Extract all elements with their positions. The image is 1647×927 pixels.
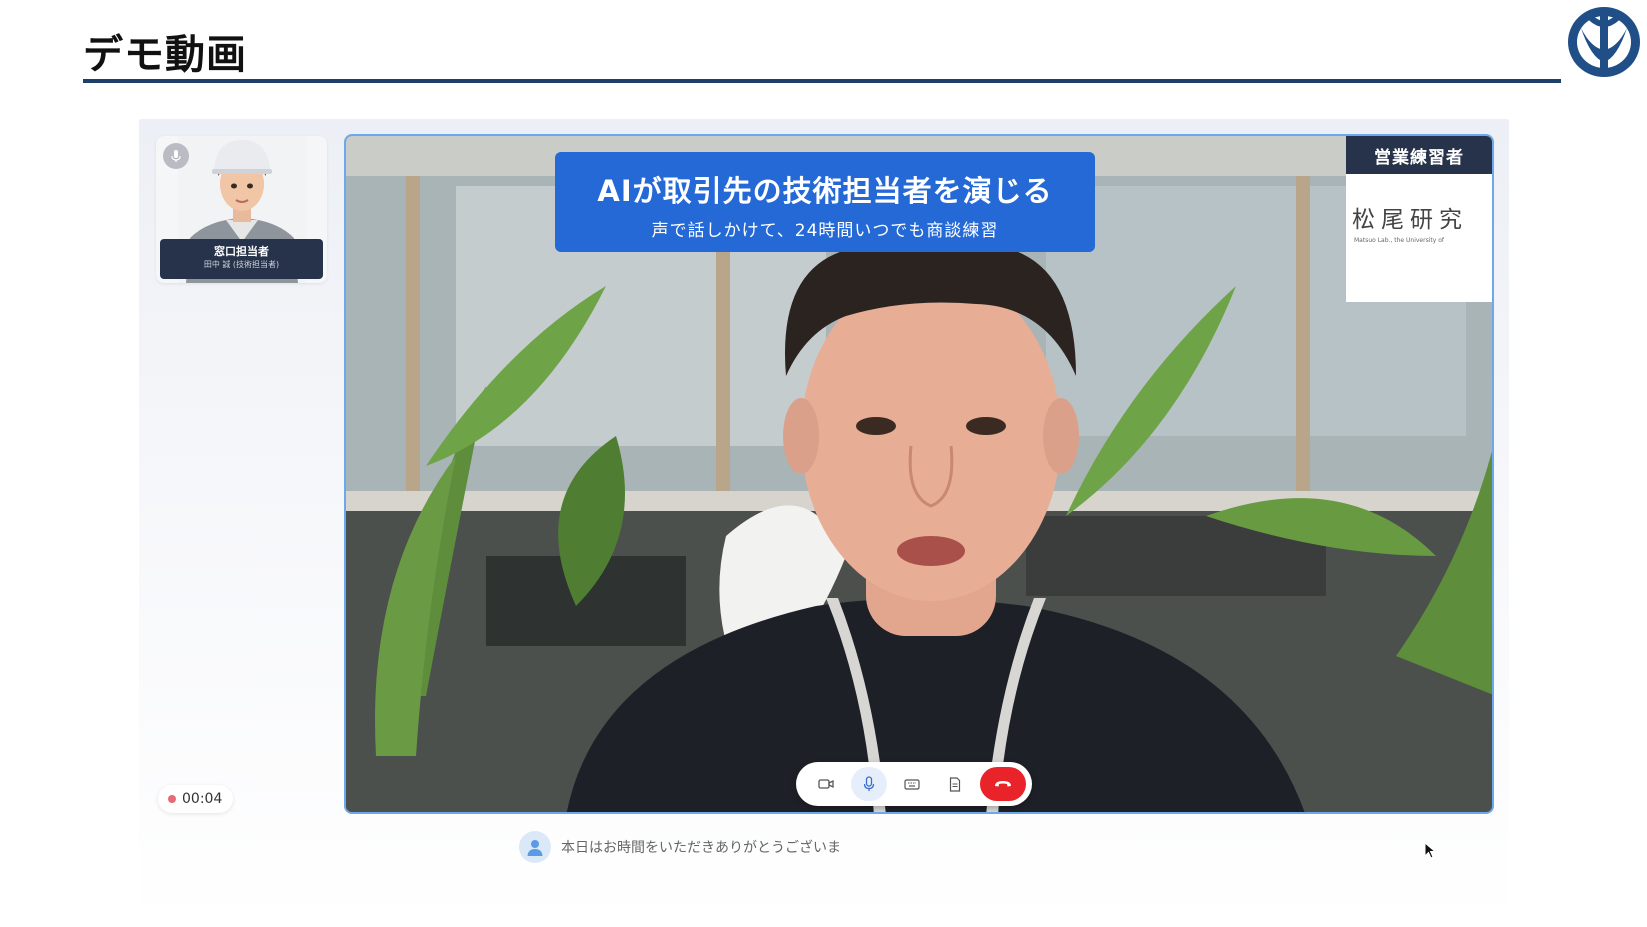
- call-timer: 00:04: [158, 785, 233, 813]
- slide: デモ動画 窓口担当者 田中 誠 (技術担当者) 00:04 AIが取引先の技術担…: [0, 0, 1647, 927]
- title-divider: [83, 79, 1561, 83]
- timer-text: 00:04: [182, 791, 223, 807]
- agent-nameplate: 窓口担当者 田中 誠 (技術担当者): [160, 239, 323, 279]
- mouse-cursor-icon: [1424, 842, 1437, 859]
- caption-subtitle: 声で話しかけて、24時間いつでも商談練習: [651, 221, 999, 241]
- main-video-feed: AIが取引先の技術担当者を演じる 声で話しかけて、24時間いつでも商談練習 営業…: [344, 134, 1494, 814]
- camera-icon: [818, 779, 834, 789]
- ai-agent-tile[interactable]: 窓口担当者 田中 誠 (技術担当者): [156, 136, 327, 283]
- microphone-button[interactable]: [851, 767, 887, 801]
- end-call-button[interactable]: [980, 767, 1026, 801]
- practice-app-window: 窓口担当者 田中 誠 (技術担当者) 00:04 AIが取引先の技術担当者を演じ…: [139, 119, 1509, 927]
- feature-caption: AIが取引先の技術担当者を演じる 声で話しかけて、24時間いつでも商談練習: [555, 152, 1095, 252]
- lab-subtitle: Matsuo Lab., the University of: [1354, 237, 1444, 244]
- participant-role-tag: 営業練習者: [1346, 136, 1492, 174]
- camera-button[interactable]: [808, 767, 844, 801]
- university-logo-icon: [1568, 7, 1640, 77]
- end-call-icon: [995, 781, 1011, 787]
- recording-dot-icon: [168, 795, 176, 803]
- user-avatar-icon: [519, 831, 551, 863]
- agent-name: 窓口担当者: [214, 245, 269, 258]
- keyboard-icon: [904, 778, 920, 790]
- call-controls: [796, 762, 1032, 806]
- transcript-text: 本日はお時間をいただきありがとうございま: [561, 840, 841, 856]
- document-icon: [949, 776, 961, 792]
- muted-mic-icon: [163, 143, 189, 169]
- document-button[interactable]: [937, 767, 973, 801]
- transcript-line: 本日はお時間をいただきありがとうございま: [519, 831, 841, 863]
- lab-name: 松尾研究: [1352, 207, 1468, 233]
- agent-role: 田中 誠 (技術担当者): [203, 260, 280, 269]
- slide-title: デモ動画: [83, 32, 247, 78]
- keyboard-button[interactable]: [894, 767, 930, 801]
- caption-title: AIが取引先の技術担当者を演じる: [597, 174, 1053, 208]
- lab-sign: 松尾研究 Matsuo Lab., the University of: [1346, 174, 1492, 302]
- microphone-icon: [863, 776, 875, 791]
